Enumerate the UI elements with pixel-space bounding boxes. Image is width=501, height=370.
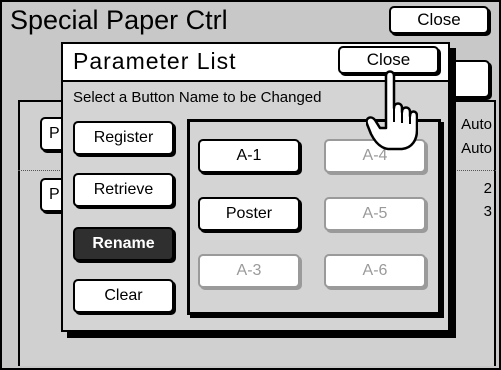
dialog-title: Parameter List (73, 48, 237, 74)
dialog-instruction: Select a Button Name to be Changed (73, 89, 322, 106)
register-button[interactable]: Register (73, 121, 174, 155)
screen-close-button[interactable]: Close (389, 6, 489, 34)
screen-value: 3 (483, 203, 492, 220)
screen-title: Special Paper Ctrl (10, 5, 228, 35)
name-button-poster[interactable]: Poster (198, 197, 300, 231)
retrieve-button[interactable]: Retrieve (73, 173, 174, 207)
clear-button[interactable]: Clear (73, 279, 174, 313)
name-button-a1[interactable]: A-1 (198, 139, 300, 173)
name-button-a6[interactable]: A-6 (324, 254, 426, 288)
screen-value: 2 (483, 180, 492, 197)
rename-button[interactable]: Rename (73, 227, 174, 261)
name-button-a5[interactable]: A-5 (324, 197, 426, 231)
screen-value: Auto (461, 116, 492, 133)
screen-value: Auto (461, 140, 492, 157)
hand-pointer-icon (366, 70, 418, 151)
name-button-a3[interactable]: A-3 (198, 254, 300, 288)
